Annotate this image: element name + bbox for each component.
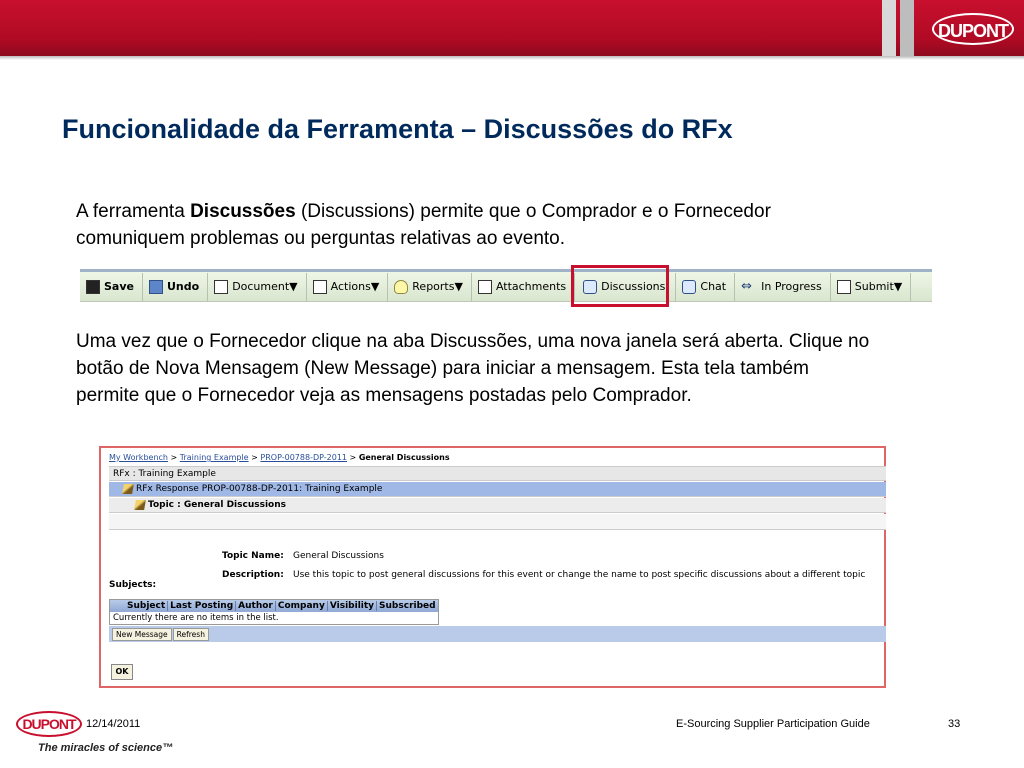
rfx-toolbar: Save Undo Document▼ Actions▼ Reports▼ At… (80, 269, 932, 302)
discussions-label: Discussions (601, 280, 666, 293)
breadcrumb-separator: > (167, 453, 180, 462)
pencil-icon (134, 500, 146, 510)
submit-menu-button[interactable]: Submit▼ (831, 272, 912, 301)
attachments-button[interactable]: Attachments (472, 272, 576, 301)
response-row[interactable]: RFx Response PROP-00788-DP-2011: Trainin… (109, 482, 886, 497)
ok-button[interactable]: OK (111, 664, 133, 680)
floppy-icon (86, 279, 100, 294)
pencil-icon (122, 484, 134, 494)
intro-text-pre: A ferramenta (76, 201, 191, 222)
document-menu-button[interactable]: Document▼ (208, 272, 307, 301)
document-icon (214, 279, 229, 294)
banner-shadow (0, 56, 1024, 60)
breadcrumb-training-example[interactable]: Training Example (180, 453, 249, 462)
speech-bubble-icon (583, 279, 598, 294)
column-author[interactable]: Author (236, 601, 276, 611)
refresh-button[interactable]: Refresh (172, 627, 209, 641)
lightbulb-icon (394, 279, 409, 294)
column-company[interactable]: Company (276, 601, 328, 611)
instructions-paragraph: Uma vez que o Fornecedor clique na aba D… (76, 331, 870, 406)
column-visibility[interactable]: Visibility (328, 601, 378, 611)
chat-icon (682, 279, 697, 294)
rfx-row: RFx : Training Example (109, 466, 886, 481)
reports-menu-button[interactable]: Reports▼ (388, 272, 472, 301)
footer-date: 12/14/2011 (86, 718, 141, 730)
rfx-row-text: RFx : Training Example (113, 468, 216, 479)
response-row-text: RFx Response PROP-00788-DP-2011: Trainin… (136, 484, 383, 494)
discussions-window: My Workbench > Training Example > PROP-0… (99, 446, 886, 688)
save-label: Save (104, 280, 134, 293)
column-subscribed[interactable]: Subscribed (377, 601, 438, 611)
topic-row-text: Topic : General Discussions (148, 500, 286, 510)
in-progress-button[interactable]: ⇔ In Progress (735, 272, 831, 301)
topic-name-value: General Discussions (293, 551, 384, 561)
undo-label: Undo (166, 280, 200, 293)
topic-row[interactable]: Topic : General Discussions (109, 498, 886, 513)
actions-label: Actions▼ (330, 280, 380, 293)
dupont-logo: DUPONT (932, 13, 1014, 45)
subjects-label: Subjects: (109, 580, 157, 590)
column-last-posting[interactable]: Last Posting (168, 601, 237, 611)
breadcrumb-prop-id[interactable]: PROP-00788-DP-2011 (260, 453, 347, 462)
actions-menu-button[interactable]: Actions▼ (307, 272, 389, 301)
empty-list-message: Currently there are no items in the list… (113, 613, 279, 623)
subjects-table-header: Subject Last Posting Author Company Visi… (110, 600, 438, 612)
footer-dupont-logo: DUPONT (16, 711, 82, 737)
intro-text-bold: Discussões (190, 201, 296, 222)
chat-button[interactable]: Chat (676, 272, 736, 301)
spacer-row (109, 514, 886, 530)
arrows-icon: ⇔ (741, 278, 753, 294)
header-banner: DUPONT (0, 0, 1024, 56)
save-button[interactable]: Save (80, 272, 143, 301)
submit-label: Submit▼ (854, 280, 903, 293)
undo-button[interactable]: Undo (143, 272, 209, 301)
footer-guide-title: E-Sourcing Supplier Participation Guide (676, 718, 870, 730)
breadcrumb-separator: > (347, 453, 359, 462)
in-progress-label: In Progress (761, 280, 822, 293)
discussions-button[interactable]: Discussions (575, 272, 677, 301)
submit-icon (836, 279, 851, 294)
description-label: Description: (222, 570, 284, 580)
attachments-label: Attachments (495, 280, 567, 293)
breadcrumb-current: General Discussions (358, 453, 450, 462)
undo-icon (148, 279, 163, 294)
paperclip-icon (477, 279, 492, 294)
footer-page-number: 33 (948, 718, 961, 730)
breadcrumb-my-workbench[interactable]: My Workbench (109, 453, 168, 462)
reports-label: Reports▼ (412, 280, 463, 293)
topic-name-label: Topic Name: (222, 551, 284, 561)
slide-title: Funcionalidade da Ferramenta – Discussõe… (62, 114, 733, 144)
new-message-button[interactable]: New Message (112, 627, 172, 641)
breadcrumb-separator: > (248, 453, 261, 462)
subjects-button-bar: New Message Refresh (109, 626, 886, 642)
intro-paragraph: A ferramenta Discussões (Discussions) pe… (76, 198, 856, 252)
breadcrumb: My Workbench > Training Example > PROP-0… (109, 453, 450, 462)
actions-icon (312, 279, 327, 294)
document-label: Document▼ (232, 280, 298, 293)
banner-stripe (882, 0, 896, 56)
column-subject[interactable]: Subject (125, 601, 169, 611)
chat-label: Chat (700, 280, 727, 293)
subjects-table: Subject Last Posting Author Company Visi… (109, 599, 439, 625)
description-value: Use this topic to post general discussio… (293, 570, 866, 580)
banner-stripe (900, 0, 914, 56)
footer-tagline: The miracles of science™ (38, 742, 174, 754)
